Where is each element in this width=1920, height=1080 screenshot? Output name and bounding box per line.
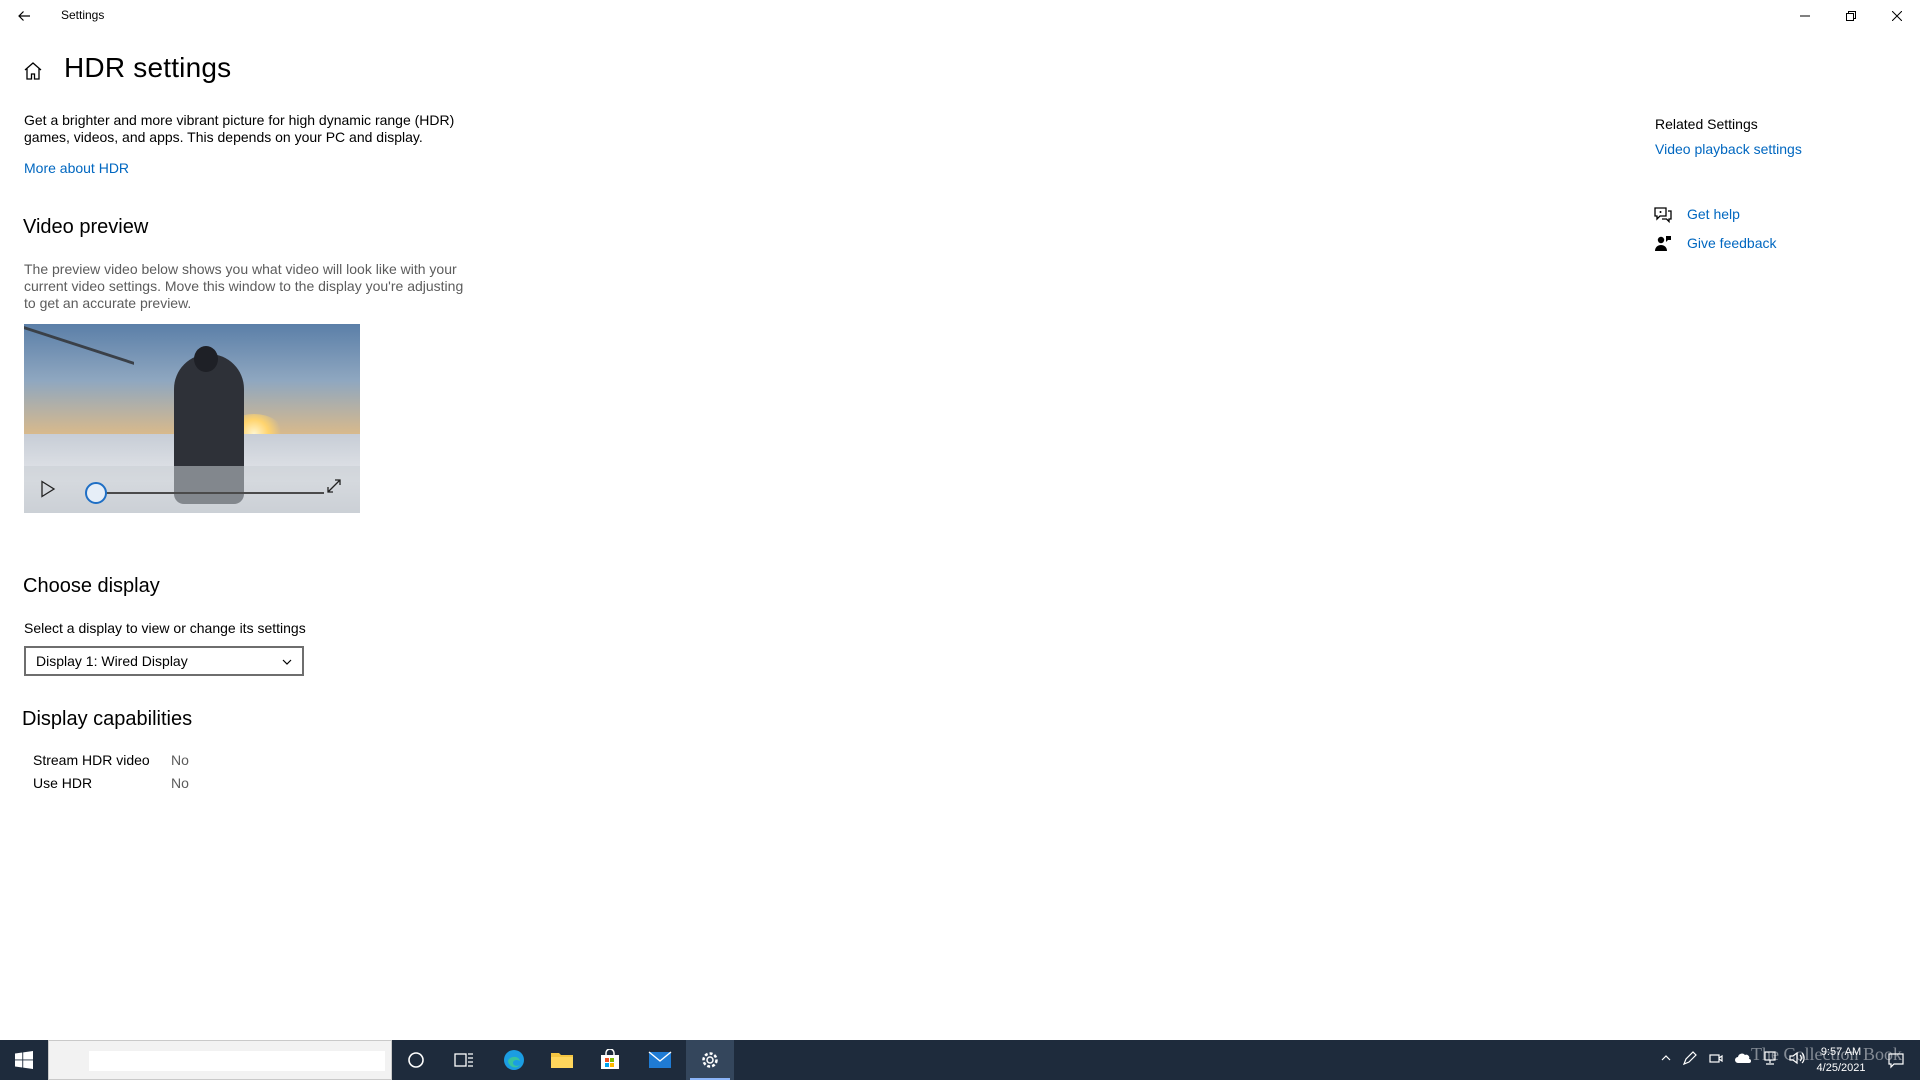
page-description: Get a brighter and more vibrant picture … xyxy=(24,112,455,145)
get-help-icon xyxy=(1653,204,1673,224)
store-icon[interactable] xyxy=(586,1040,634,1080)
edge-icon[interactable] xyxy=(490,1040,538,1080)
video-preview-heading: Video preview xyxy=(23,216,149,238)
video-person-head xyxy=(194,346,218,372)
cortana-icon[interactable] xyxy=(392,1040,440,1080)
capability-value: No xyxy=(171,752,189,768)
home-icon[interactable] xyxy=(22,60,46,84)
video-seek-track[interactable] xyxy=(96,492,324,494)
more-about-hdr-link[interactable]: More about HDR xyxy=(24,160,129,176)
chevron-up-icon[interactable] xyxy=(1660,1051,1672,1069)
give-feedback-link[interactable]: Give feedback xyxy=(1687,235,1777,251)
title-bar: Settings xyxy=(0,0,1920,32)
video-preview-player[interactable] xyxy=(24,324,360,513)
search-input[interactable] xyxy=(89,1051,385,1071)
close-button[interactable] xyxy=(1874,0,1920,32)
video-preview-description: The preview video below shows you what v… xyxy=(24,261,464,311)
task-view-icon[interactable] xyxy=(440,1040,488,1080)
give-feedback-icon xyxy=(1653,233,1673,253)
fullscreen-icon[interactable] xyxy=(326,478,346,498)
minimize-button[interactable] xyxy=(1782,0,1828,32)
video-playback-settings-link[interactable]: Video playback settings xyxy=(1655,141,1802,157)
pen-icon[interactable] xyxy=(1682,1050,1698,1071)
onedrive-icon[interactable] xyxy=(1734,1051,1752,1069)
window-title: Settings xyxy=(61,8,105,22)
start-icon[interactable] xyxy=(0,1040,48,1080)
taskbar: The Collection Book 9:57 AM 4/25/2021 xyxy=(0,1040,1920,1080)
display-select-value: Display 1: Wired Display xyxy=(36,653,188,669)
video-seek-thumb[interactable] xyxy=(85,482,107,504)
clock-time: 9:57 AM xyxy=(1820,1046,1862,1058)
video-controls xyxy=(24,466,360,513)
back-arrow-icon[interactable] xyxy=(12,4,36,28)
play-icon[interactable] xyxy=(40,480,60,500)
meet-now-icon[interactable] xyxy=(1708,1050,1724,1071)
display-select[interactable]: Display 1: Wired Display xyxy=(24,646,304,676)
taskbar-clock[interactable]: 9:57 AM 4/25/2021 xyxy=(1806,1044,1876,1076)
choose-display-label: Select a display to view or change its s… xyxy=(24,620,306,636)
restore-button[interactable] xyxy=(1828,0,1874,32)
search-box[interactable] xyxy=(48,1040,392,1080)
choose-display-heading: Choose display xyxy=(23,575,160,597)
chevron-down-icon xyxy=(280,655,294,669)
page-title: HDR settings xyxy=(64,52,232,83)
related-settings-heading: Related Settings xyxy=(1655,116,1758,132)
capability-label: Stream HDR video xyxy=(33,752,150,768)
capability-label: Use HDR xyxy=(33,775,93,791)
clock-date: 4/25/2021 xyxy=(1816,1062,1866,1074)
notification-icon[interactable] xyxy=(1872,1040,1920,1080)
display-capabilities-heading: Display capabilities xyxy=(22,708,193,730)
settings-icon[interactable] xyxy=(686,1040,734,1080)
mail-icon[interactable] xyxy=(636,1040,684,1080)
file-explorer-icon[interactable] xyxy=(538,1040,586,1080)
capability-value: No xyxy=(171,775,189,791)
get-help-link[interactable]: Get help xyxy=(1687,206,1740,222)
